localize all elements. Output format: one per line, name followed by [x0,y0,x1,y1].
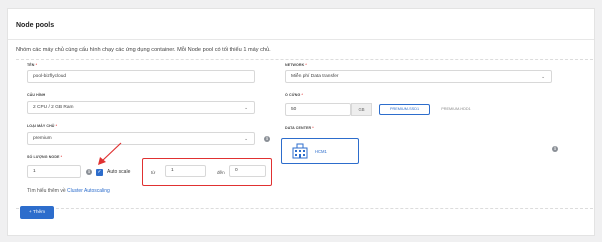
auto-scale-label: Auto scale [107,169,131,175]
chevron-down-icon: ⌄ [541,74,545,79]
datacenter-option-hcm1[interactable]: HCM1 [281,138,359,164]
datacenter-label: DATA CENTER * [285,126,314,130]
section-title: Node pools [16,22,55,29]
network-value: Miễn phí Data transfer [291,74,339,79]
node-count-input[interactable]: 1 [27,165,81,178]
add-button-label: Thêm [32,210,46,215]
plus-icon: + [28,210,32,215]
title-divider [8,39,594,40]
network-label: NETWORK * [285,63,307,67]
add-node-pool-button[interactable]: + Thêm [20,206,54,219]
disk-type-premium-hdd1[interactable]: PREMIUM-HDD1 [432,104,480,115]
range-from-input[interactable]: 1 [165,165,206,177]
info-icon[interactable]: i [264,136,270,142]
config-value: 2 CPU / 2 GB Ram [33,105,74,110]
network-select[interactable]: Miễn phí Data transfer ⌄ [285,70,552,83]
range-to-label: đến [217,170,225,175]
disk-size-input[interactable]: 50 [285,103,351,116]
disk-type-premium-ssd1[interactable]: PREMIUM-SSD1 [379,104,430,115]
name-input[interactable]: pool-bizflycloud [27,70,255,83]
config-label: CẤU HÌNH [27,93,46,97]
server-type-select[interactable]: premium ⌄ [27,132,255,145]
range-to-input[interactable]: 0 [229,165,266,177]
server-type-label: LOẠI MÁY CHỦ * [27,124,58,128]
auto-scale-checkbox[interactable]: ✓ [96,169,103,176]
chevron-down-icon: ⌄ [244,136,248,141]
disk-unit: GB [351,103,372,116]
info-icon[interactable]: i [552,146,558,152]
server-type-value: premium [33,136,52,141]
node-pools-card: Node pools Nhóm các máy chủ cùng cấu hìn… [7,8,595,236]
learn-more: Tìm hiểu thêm về Cluster Autoscaling [27,188,110,194]
node-count-label: SỐ LƯỢNG NODE * [27,155,63,159]
chevron-down-icon: ⌄ [244,105,248,110]
learn-more-text: Tìm hiểu thêm về [27,188,66,194]
cluster-autoscaling-link[interactable]: Cluster Autoscaling [67,188,110,194]
config-select[interactable]: 2 CPU / 2 GB Ram ⌄ [27,101,255,114]
info-icon[interactable]: i [86,169,92,175]
name-label: TÊN * [27,63,38,67]
datacenter-name: HCM1 [315,149,327,154]
disk-label: Ổ CỨNG * [285,93,303,97]
section-description: Nhóm các máy chủ cùng cấu hình chạy các … [16,47,271,53]
range-from-label: từ [151,170,156,175]
building-icon [292,143,308,159]
